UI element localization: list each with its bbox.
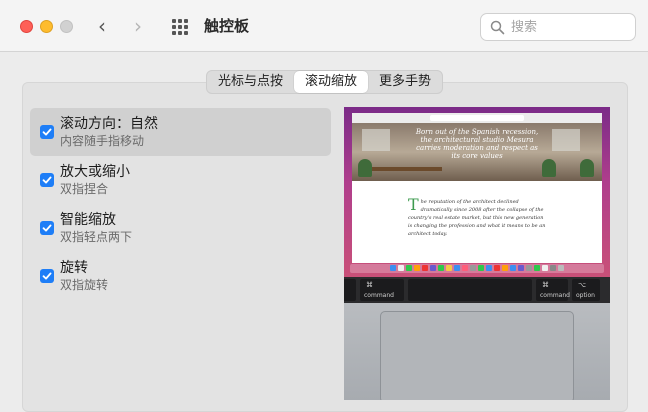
checkmark-icon	[42, 128, 52, 136]
browser-url-bar	[352, 113, 602, 123]
show-all-grid-icon[interactable]	[172, 19, 188, 35]
option-description: 双指轻点两下	[60, 230, 133, 244]
scroll-direction-checkbox[interactable]	[40, 125, 54, 139]
space-key	[408, 279, 532, 301]
search-field[interactable]	[480, 13, 636, 41]
option-key: ⌥ option	[572, 279, 600, 301]
option-description: 双指旋转	[60, 278, 109, 292]
article-body: The reputation of the architect declined…	[408, 195, 548, 238]
zoom-in-out-checkbox[interactable]	[40, 173, 54, 187]
browser-window-preview: Born out of the Spanish recession, the a…	[352, 113, 602, 263]
search-input[interactable]	[511, 18, 629, 36]
option-description: 内容随手指移动	[60, 134, 145, 148]
command-key: ⌘ command	[360, 279, 404, 301]
keyboard-preview: ⌘ command ⌘ command ⌥ option	[344, 277, 610, 303]
zoom-window-button[interactable]	[60, 20, 73, 33]
option-label: 智能缩放	[60, 212, 116, 228]
drop-cap: T	[408, 195, 419, 214]
close-window-button[interactable]	[20, 20, 33, 33]
checkmark-icon	[42, 224, 52, 232]
laptop-screen: Born out of the Spanish recession, the a…	[344, 107, 610, 277]
tab-point-and-click[interactable]: 光标与点按	[207, 71, 294, 93]
checkmark-icon	[42, 272, 52, 280]
tab-more-gestures[interactable]: 更多手势	[368, 71, 442, 93]
article-text: he reputation of the architect declined …	[408, 199, 546, 237]
hero-headline: Born out of the Spanish recession, the a…	[415, 128, 539, 160]
back-button[interactable]: ‹	[98, 14, 106, 38]
rotate-checkbox[interactable]	[40, 269, 54, 283]
option-label: 旋转	[60, 260, 88, 276]
tab-scroll-and-zoom[interactable]: 滚动缩放	[294, 71, 369, 93]
checkmark-icon	[42, 176, 52, 184]
search-icon	[490, 20, 505, 35]
toolbar: ‹ › 触控板	[0, 0, 648, 52]
option-label: 放大或缩小	[60, 164, 130, 180]
option-label: 滚动方向：自然	[60, 116, 158, 132]
option-scroll-direction[interactable]: 滚动方向：自然 内容随手指移动	[30, 108, 331, 156]
gesture-preview: Born out of the Spanish recession, the a…	[344, 107, 610, 400]
tab-bar: 光标与点按 滚动缩放 更多手势	[206, 70, 444, 94]
option-zoom-in-out[interactable]: 放大或缩小 双指捏合	[30, 156, 331, 204]
option-description: 双指捏合	[60, 182, 109, 196]
hero-image: Born out of the Spanish recession, the a…	[352, 123, 602, 181]
forward-button[interactable]: ›	[134, 14, 142, 38]
smart-zoom-checkbox[interactable]	[40, 221, 54, 235]
command-key: ⌘ command	[536, 279, 570, 301]
window-title: 触控板	[204, 17, 250, 35]
option-smart-zoom[interactable]: 智能缩放 双指轻点两下	[30, 204, 331, 252]
trackpad-preview	[380, 311, 574, 400]
dock-preview	[350, 264, 604, 273]
minimize-window-button[interactable]	[40, 20, 53, 33]
option-rotate[interactable]: 旋转 双指旋转	[30, 252, 331, 300]
